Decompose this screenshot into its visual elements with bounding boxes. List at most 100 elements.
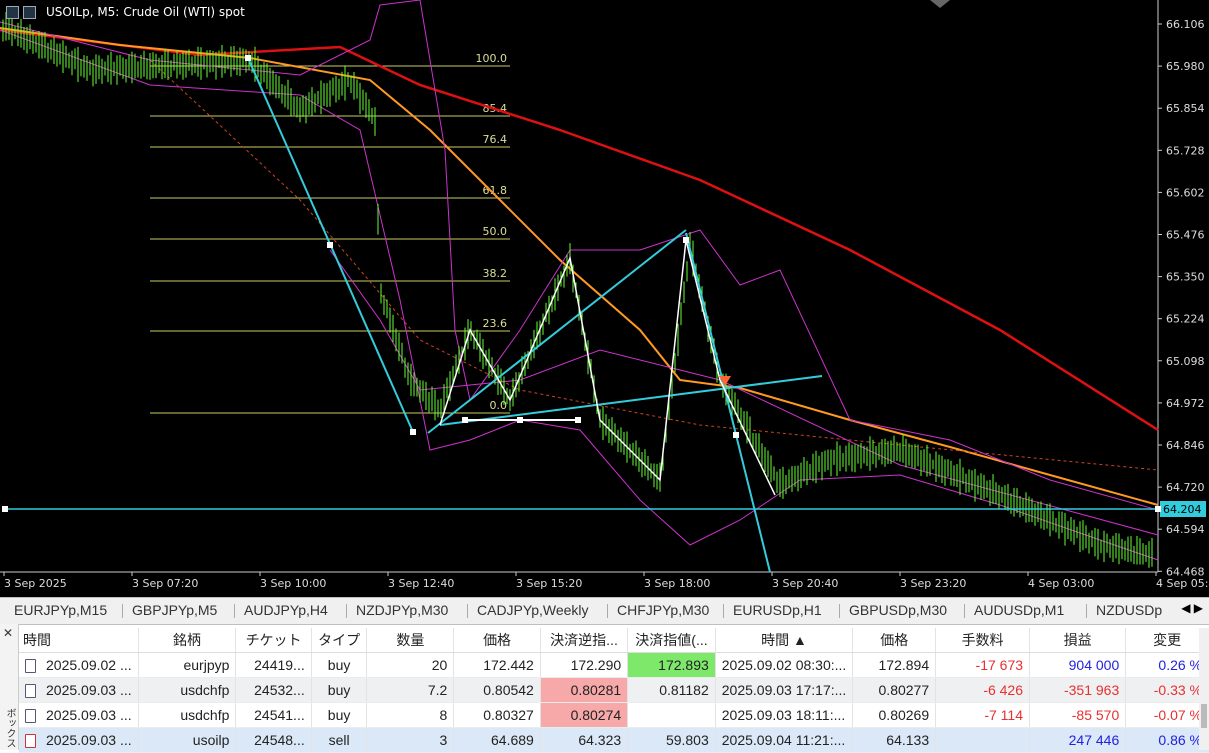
table-row[interactable]: 2025.09.03 ... usoilp 24548... sell 3 64.689 6… xyxy=(19,727,1209,753)
column-header[interactable]: 損益 xyxy=(1029,628,1127,653)
cell-text: 0.80269 xyxy=(878,707,930,723)
column-header[interactable]: タイプ xyxy=(311,628,368,653)
table-cell-time: 2025.09.03 ... xyxy=(19,727,139,753)
trendline-down-2 xyxy=(685,232,771,573)
cell-text: 59.803 xyxy=(665,732,709,748)
column-header[interactable]: 決済指値(... xyxy=(627,628,716,653)
chart-tab[interactable]: CADJPYp,Weekly xyxy=(477,602,589,618)
chart-tab[interactable]: NZDJPYp,M30 xyxy=(356,602,448,618)
cell-text: 64.323 xyxy=(578,732,622,748)
table-cell-close_price: 172.894 xyxy=(852,652,937,678)
table-cell-change: 0.26 % xyxy=(1125,652,1209,678)
cell-text: 247 446 xyxy=(1068,732,1120,748)
column-header[interactable]: 価格 xyxy=(453,628,541,653)
table-cell-profit: -351 963 xyxy=(1029,677,1127,703)
fib-level-label: 38.2 xyxy=(483,267,508,280)
tab-separator xyxy=(964,604,965,618)
column-header[interactable]: チケット xyxy=(235,628,312,653)
cell-text: buy xyxy=(327,682,351,698)
chart-tab[interactable]: GBPUSDp,M30 xyxy=(849,602,947,618)
table-cell-close_time: 2025.09.03 18:11:... xyxy=(715,702,854,728)
cell-text: -6 426 xyxy=(983,682,1024,698)
table-cell-type: buy xyxy=(311,702,368,728)
column-header[interactable]: 銘柄 xyxy=(138,628,237,653)
price-axis-label: 65.476 xyxy=(1166,229,1205,242)
table-cell-commission: -17 673 xyxy=(935,652,1031,678)
table-cell-close_price: 64.133 xyxy=(852,727,937,753)
table-cell-time: 2025.09.03 ... xyxy=(19,677,139,703)
chart-tab[interactable]: AUDJPYp,H4 xyxy=(244,602,328,618)
time-axis-label: 3 Sep 20:40 xyxy=(772,577,838,590)
fib-level-label: 50.0 xyxy=(483,225,508,238)
chart-tab[interactable]: AUDUSDp,M1 xyxy=(974,602,1064,618)
cell-text: 0.80281 xyxy=(570,682,622,698)
cell-text: 8 xyxy=(439,707,448,723)
table-scrollbar[interactable] xyxy=(1199,628,1209,750)
cell-text: 172.290 xyxy=(570,657,622,673)
table-cell-close_price: 0.80277 xyxy=(852,677,937,703)
chart-window-icon xyxy=(6,5,19,19)
table-cell-price: 64.689 xyxy=(453,727,541,753)
tab-scroll-arrows-icon[interactable]: ◀ ▶ xyxy=(1181,601,1203,615)
table-cell-change: -0.07 % xyxy=(1125,702,1209,728)
chart-tab[interactable]: NZDUSDp xyxy=(1096,602,1162,618)
position-icon xyxy=(25,684,36,699)
price-axis-label: 65.224 xyxy=(1166,313,1205,326)
chart-tabs-bar: ◀ ▶ EURJPYp,M15 GBPJPYp,M5 AUDJPYp,H4 NZDJP… xyxy=(0,597,1209,625)
price-axis-label: 66.106 xyxy=(1166,18,1205,31)
cell-text: 64.689 xyxy=(491,732,534,748)
cell-text: 0.86 % xyxy=(1158,732,1202,748)
anchor-point xyxy=(683,237,689,243)
time-axis-label: 3 Sep 15:20 xyxy=(516,577,582,590)
table-cell-type: buy xyxy=(311,677,368,703)
table-cell-sl: 0.80281 xyxy=(540,677,629,703)
position-icon xyxy=(25,734,36,749)
table-cell-profit: -85 570 xyxy=(1029,702,1127,728)
column-header[interactable]: 時間 ▲ xyxy=(715,628,854,653)
column-header[interactable]: 変更 xyxy=(1125,628,1209,653)
table-cell-tp xyxy=(627,702,716,728)
close-icon[interactable]: ✕ xyxy=(3,626,13,640)
column-header[interactable]: 時間 xyxy=(19,628,139,653)
table-row[interactable]: 2025.09.03 ... usdchfp 24541... buy 8 0.80327… xyxy=(19,702,1209,728)
scrollbar-thumb[interactable] xyxy=(1201,704,1207,728)
table-row[interactable]: 2025.09.03 ... usdchfp 24532... buy 7.2 0.805… xyxy=(19,677,1209,703)
cell-text: -17 673 xyxy=(975,657,1024,673)
table-cell-volume: 8 xyxy=(366,702,455,728)
toolbox-side-panel: ✕ ボックス xyxy=(0,624,19,750)
cell-text: -0.07 % xyxy=(1153,707,1202,723)
table-row[interactable]: 2025.09.02 ... eurjpyp 24419... buy 20 172.44… xyxy=(19,652,1209,678)
table-cell-sl: 172.290 xyxy=(540,652,629,678)
time-axis-label: 3 Sep 2025 xyxy=(4,577,67,590)
chart-tab[interactable]: GBPJPYp,M5 xyxy=(132,602,217,618)
price-axis-label: 65.980 xyxy=(1166,60,1205,73)
chart-description: Crude Oil (WTI) spot xyxy=(123,5,245,19)
column-header[interactable]: 手数料 xyxy=(935,628,1031,653)
price-axis-label: 65.854 xyxy=(1166,102,1205,115)
anchor-point xyxy=(2,506,8,512)
chart-type-icon xyxy=(23,5,36,19)
chart-tab[interactable]: EURJPYp,M15 xyxy=(14,602,107,618)
table-header: 時間 銘柄 チケット タイプ 数量 価格 決済逆指... 決済指値(... 時間 ▲ 価格 手数料損… xyxy=(19,628,1209,653)
column-header[interactable]: 価格 xyxy=(852,628,937,653)
chart-tab[interactable]: CHFJPYp,M30 xyxy=(617,602,709,618)
cell-text: 172.893 xyxy=(658,657,709,673)
table-cell-sl: 64.323 xyxy=(540,727,629,753)
table-cell-symbol: usdchfp xyxy=(138,677,237,703)
cell-text: eurjpyp xyxy=(183,657,230,673)
column-header[interactable]: 数量 xyxy=(366,628,455,653)
price-axis-label: 64.846 xyxy=(1166,439,1205,452)
column-header[interactable]: 決済逆指... xyxy=(540,628,629,653)
cell-text: sell xyxy=(328,732,350,748)
table-cell-commission xyxy=(935,727,1031,753)
cell-text: 904 000 xyxy=(1068,657,1120,673)
cell-text: 24541... xyxy=(254,707,305,723)
table-cell-close_time: 2025.09.04 11:21:... xyxy=(715,727,854,753)
price-chart[interactable]: 66.106 65.980 65.854 65.728 65.602 65.476 65.3… xyxy=(0,0,1209,597)
table-cell-time: 2025.09.03 ... xyxy=(19,702,139,728)
chart-tab[interactable]: EURUSDp,H1 xyxy=(733,602,822,618)
table-cell-profit: 904 000 xyxy=(1029,652,1127,678)
cell-text: 2025.09.03 17:17:... xyxy=(721,682,847,698)
tab-separator xyxy=(234,604,235,618)
chart-canvas[interactable]: 66.106 65.980 65.854 65.728 65.602 65.476 65.3… xyxy=(0,0,1209,597)
